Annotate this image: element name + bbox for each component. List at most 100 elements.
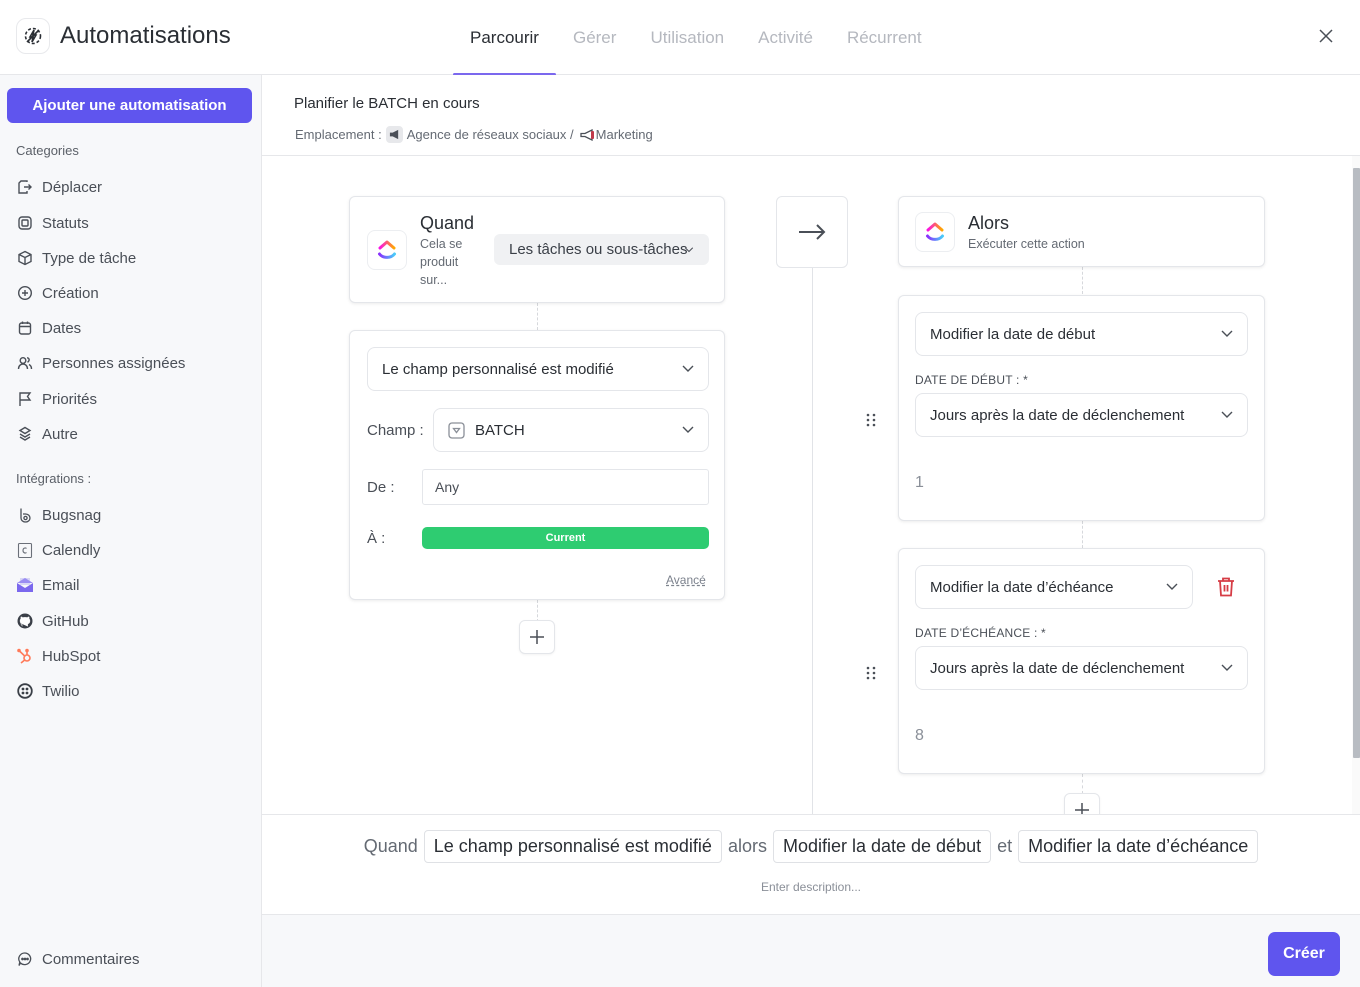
chevron-down-icon [1221,664,1233,671]
twilio-icon [16,682,34,700]
sidebar-item-hubspot[interactable]: HubSpot [16,643,100,669]
custom-field-select[interactable]: BATCH [433,408,709,452]
sidebar-item-type-de-tache[interactable]: Type de tâche [16,245,136,271]
from-input[interactable]: Any [422,469,709,505]
sidebar-item-email[interactable]: Email [16,572,80,598]
from-label: De : [367,479,395,496]
close-button[interactable] [1314,24,1338,48]
bugsnag-icon [16,506,34,524]
sidebar-item-label: Autre [42,425,78,443]
sidebar-item-commentaires[interactable]: Commentaires [16,946,140,972]
add-condition-button[interactable] [519,620,555,654]
to-status-pill[interactable]: Current [422,527,709,549]
location-label: Emplacement : [295,127,382,142]
status-icon [16,214,34,232]
clickup-logo-icon [915,212,955,252]
sidebar-item-label: Statuts [42,214,89,232]
megaphone-list-icon [579,128,596,141]
layers-icon [16,425,34,443]
plus-icon [530,630,544,644]
dropdown-field-icon [448,421,465,439]
start-date-mode-select[interactable]: Jours après la date de déclenchement [915,393,1248,437]
trigger-header-card: Quand Cela se produit sur... Les tâches … [349,196,725,303]
sidebar-item-autre[interactable]: Autre [16,421,78,447]
sidebar-item-bugsnag[interactable]: Bugsnag [16,502,101,528]
automation-title: Planifier le BATCH en cours [294,95,480,112]
sidebar-item-deplacer[interactable]: Déplacer [16,174,102,200]
sidebar-item-priorites[interactable]: Priorités [16,386,97,412]
action-card: Modifier la date de début DATE DE DÉBUT … [898,295,1265,521]
sidebar-item-label: Déplacer [42,178,103,196]
scope-select[interactable]: Les tâches ou sous-tâches [494,234,709,265]
tab-activite[interactable]: Activité [741,0,830,75]
custom-field-value: BATCH [475,421,525,439]
sidebar-item-creation[interactable]: Création [16,280,99,306]
action-type-select[interactable]: Modifier la date d’échéance [915,565,1193,609]
drag-handle-icon[interactable] [865,412,877,428]
plus-icon [1075,803,1089,814]
tab-recurrent[interactable]: Récurrent [830,0,939,75]
summary-trigger-chip[interactable]: Le champ personnalisé est modifié [423,830,722,863]
categories-heading: Categories [16,143,79,158]
close-icon [1319,29,1333,43]
due-date-label: DATE D’ÉCHÉANCE : * [915,626,1046,640]
sidebar-item-twilio[interactable]: Twilio [16,678,80,704]
location-list[interactable]: Marketing [596,127,653,142]
clickup-logo-icon [367,230,407,270]
due-date-mode-select[interactable]: Jours après la date de déclenchement [915,646,1248,690]
summary-action1-chip[interactable]: Modifier la date de début [772,830,992,863]
chevron-down-icon [682,426,694,433]
action-title: Alors [968,213,1010,233]
add-automation-button[interactable]: Ajouter une automatisation [7,88,252,123]
summary-sentence: Quand Le champ personnalisé est modifié … [262,830,1360,863]
sidebar-item-personnes-assignees[interactable]: Personnes assignées [16,350,185,376]
condition-select[interactable]: Le champ personnalisé est modifié [367,347,709,391]
tab-parcourir[interactable]: Parcourir [453,0,556,76]
location-space[interactable]: Agence de réseaux sociaux / [407,127,574,142]
sidebar-item-github[interactable]: GitHub [16,608,89,634]
action-card: Modifier la date d’échéance DATE D’ÉCHÉA… [898,548,1265,774]
summary-and-word: et [997,836,1013,856]
top-bar: Automatisations Parcourir Gérer Utilisat… [0,0,1360,76]
action-type-value: Modifier la date de début [930,325,1096,343]
drag-handle-icon[interactable] [865,665,877,681]
chevron-down-icon [1221,411,1233,418]
trash-icon [1218,577,1234,597]
chevron-down-icon [684,246,694,252]
sidebar-item-label: Priorités [42,390,98,408]
sidebar-item-label: Email [42,576,80,594]
due-date-days-input[interactable]: 8 [915,727,924,745]
tab-gerer[interactable]: Gérer [556,0,633,75]
scrollbar-thumb[interactable] [1353,168,1360,758]
flag-icon [16,390,34,408]
start-date-days-input[interactable]: 1 [915,474,924,492]
delete-action-button[interactable] [1216,576,1236,598]
start-date-mode-value: Jours après la date de déclenchement [930,406,1185,424]
create-button[interactable]: Créer [1268,932,1340,976]
action-type-select[interactable]: Modifier la date de début [915,312,1248,356]
add-action-button[interactable] [1064,793,1100,814]
connector-line [1082,521,1083,548]
sidebar-item-statuts[interactable]: Statuts [16,210,89,236]
flow-arrow-box [776,196,848,268]
chevron-down-icon [682,365,694,372]
tab-utilisation[interactable]: Utilisation [633,0,741,75]
calendly-icon [16,541,34,559]
sidebar-item-label: Type de tâche [42,249,137,267]
automation-canvas: Quand Cela se produit sur... Les tâches … [262,156,1352,814]
calendar-icon [16,319,34,337]
action-header-card: Alors Exécuter cette action [898,196,1265,267]
summary-action2-chip[interactable]: Modifier la date d’échéance [1018,830,1259,863]
summary-when-word: Quand [363,836,418,856]
sidebar-item-calendly[interactable]: Calendly [16,537,100,563]
main-panel: Planifier le BATCH en cours Emplacement … [262,75,1360,987]
action-type-value: Modifier la date d’échéance [930,578,1114,596]
sidebar-item-label: GitHub [42,612,89,630]
advanced-link[interactable]: Avancé [666,573,706,587]
sidebar-item-label: Commentaires [42,950,140,968]
sidebar-item-dates[interactable]: Dates [16,315,81,341]
description-input[interactable]: Enter description... [262,880,1360,894]
trigger-subtitle: Cela se produit sur... [420,237,463,287]
summary-then-word: alors [727,836,767,856]
canvas-scrollbar[interactable] [1352,156,1360,814]
